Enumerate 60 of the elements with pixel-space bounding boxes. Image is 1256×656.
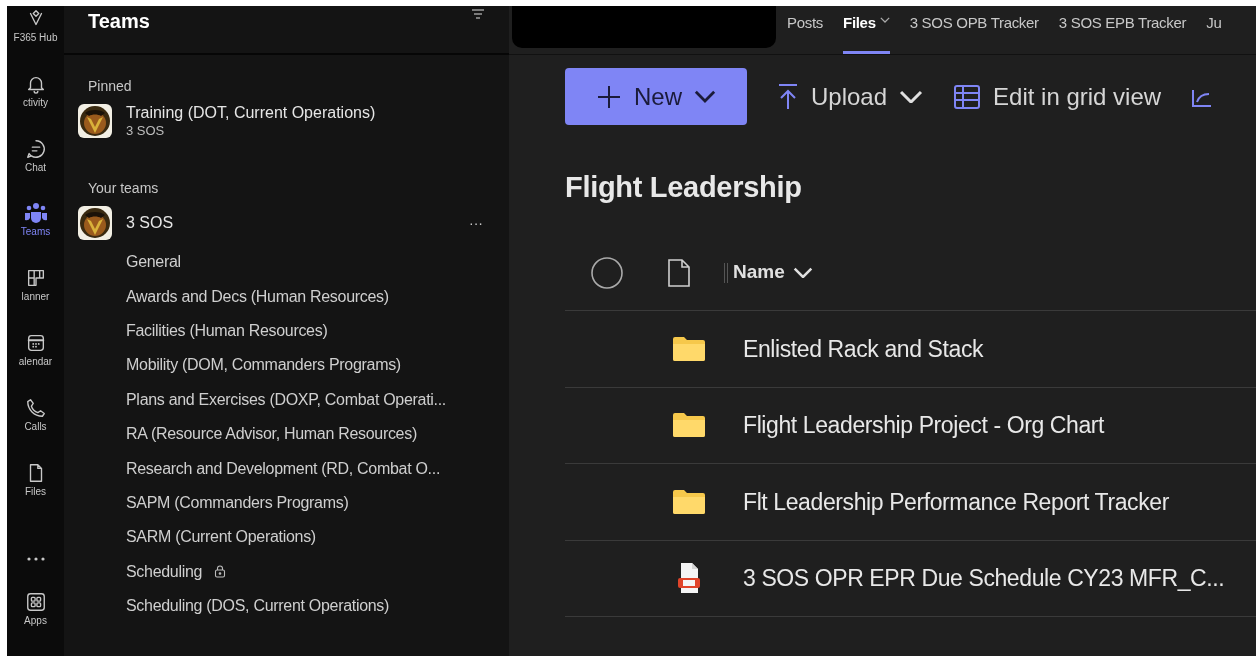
name-column-header[interactable]: Name xyxy=(733,258,813,287)
phone-icon xyxy=(24,396,47,419)
select-all-checkbox[interactable] xyxy=(591,256,623,289)
panel-title: Teams xyxy=(88,9,150,34)
rail-button[interactable]: Teams xyxy=(7,202,64,268)
channel-tab[interactable]: Posts xyxy=(787,6,823,54)
team-row[interactable]: 3 SOS ··· xyxy=(77,203,483,243)
channel-item[interactable]: Scheduling (DOS, Current Operations) xyxy=(126,594,390,619)
rail-button[interactable]: Calls xyxy=(7,396,64,462)
channel-item[interactable]: Facilities (Human Resources) xyxy=(126,318,328,343)
chevron-icon xyxy=(899,89,924,104)
channel-item[interactable]: General xyxy=(126,250,181,275)
apps-icon xyxy=(24,591,47,614)
rail-button[interactable]: Chat xyxy=(7,137,64,203)
upload-icon xyxy=(777,82,799,111)
chevron-icon xyxy=(694,90,716,103)
file-row[interactable]: Flight Leadership Project - Org Chart xyxy=(565,387,1256,464)
channel-item[interactable]: Awards and Decs (Human Resources) xyxy=(126,284,389,309)
rail-button[interactable]: Apps xyxy=(7,591,64,656)
channel-item[interactable]: Research and Development (RD, Combat O... xyxy=(126,456,441,481)
file-row[interactable]: Enlisted Rack and Stack xyxy=(565,311,1256,388)
more-options-button[interactable]: ··· xyxy=(469,212,483,234)
channel-tab[interactable]: Ju xyxy=(1206,6,1222,54)
new-button[interactable]: New xyxy=(565,68,747,125)
channel-tab[interactable]: 3 SOS OPB Tracker xyxy=(909,6,1039,54)
chat-icon xyxy=(24,137,47,160)
lock-icon xyxy=(214,565,227,579)
rail-button[interactable]: alendar xyxy=(7,332,64,397)
chevron-icon xyxy=(879,17,890,23)
people-icon xyxy=(23,202,48,225)
folder-icon xyxy=(672,488,706,515)
file-row[interactable]: Flt Leadership Performance Report Tracker xyxy=(565,464,1256,541)
channel-item[interactable]: SARM (Current Operations) xyxy=(126,525,316,550)
folder-title: Flight Leadership xyxy=(565,170,803,205)
rail-button[interactable]: ctivity xyxy=(7,72,64,138)
file-row[interactable]: 3 SOS OPR EPR Due Schedule CY23 MFR_C... xyxy=(565,540,1256,617)
folder-icon xyxy=(672,412,706,439)
rail-button[interactable]: lanner xyxy=(7,267,64,332)
team-avatar xyxy=(77,103,113,139)
team-avatar xyxy=(77,205,113,241)
grid-view-button[interactable]: Edit in grid view xyxy=(953,78,1162,115)
channel-item[interactable]: Plans and Exercises (DOXP, Combat Operati... xyxy=(126,387,446,412)
grid-icon xyxy=(953,83,982,110)
pinned-channel[interactable]: Training (DOT, Current Operations) 3 SOS xyxy=(77,103,509,139)
section-heading: Pinned xyxy=(88,77,133,95)
channel-item[interactable]: SAPM (Commanders Programs) xyxy=(126,490,349,515)
rail-button[interactable]: F365 Hub xyxy=(7,8,64,73)
chevron-icon xyxy=(792,267,813,278)
plus-icon xyxy=(596,83,622,110)
channel-item[interactable]: RA (Resource Advisor, Human Resources) xyxy=(126,422,417,447)
section-heading: Your teams xyxy=(88,179,160,197)
folder-icon xyxy=(672,335,706,362)
channel-item[interactable]: Mobility (DOM, Commanders Programs) xyxy=(126,353,401,378)
rail-button[interactable]: Files xyxy=(7,461,64,527)
filter-icon[interactable] xyxy=(471,8,485,20)
channel-tab[interactable]: 3 SOS EPB Tracker xyxy=(1058,6,1187,54)
upload-button[interactable]: Upload xyxy=(777,78,924,115)
channel-tab[interactable]: Files xyxy=(843,6,890,54)
channel-item[interactable]: Scheduling xyxy=(126,559,203,584)
file-type-icon xyxy=(667,257,691,288)
